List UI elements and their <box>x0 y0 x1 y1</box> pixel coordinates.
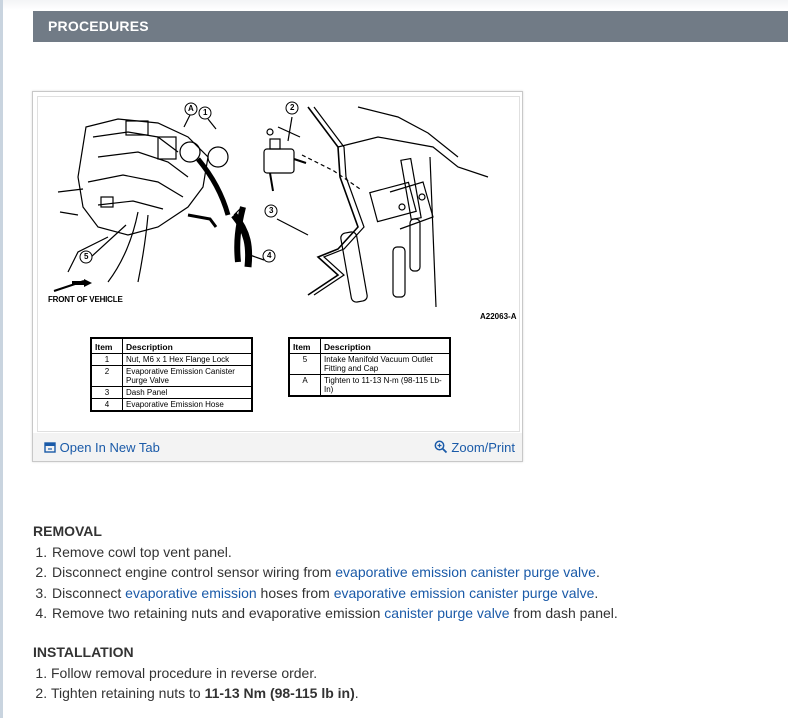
table-row: 3 Dash Panel <box>90 386 253 399</box>
table-row: 4 Evaporative Emission Hose <box>90 398 253 412</box>
evaporative-emission-link[interactable]: evaporative emission <box>125 585 257 601</box>
table-cell-item: 1 <box>90 353 123 366</box>
open-in-new-tab-link[interactable]: Open In New Tab <box>44 440 160 456</box>
removal-section: REMOVAL Remove cowl top vent panel. Disc… <box>33 522 773 623</box>
step-text: Disconnect <box>52 584 126 601</box>
zoom-print-label: Zoom/Print <box>451 440 515 455</box>
step-punct: . <box>595 564 600 581</box>
purge-valve-link[interactable]: evaporative emission canister purge valv… <box>335 564 596 580</box>
callout-3: 3 <box>269 206 274 215</box>
items-table-left: Item Description 1 Nut, M6 x 1 Hex Flang… <box>90 337 253 412</box>
table-header-description: Description <box>320 337 451 354</box>
figure-footer: Open In New Tab Zoom/Print <box>33 433 522 461</box>
callout-4: 4 <box>267 251 272 260</box>
list-item: Remove cowl top vent panel. <box>51 542 773 562</box>
zoom-print-link[interactable]: Zoom/Print <box>434 440 515 457</box>
items-table-right: Item Description 5 Intake Manifold Vacuu… <box>288 337 451 397</box>
list-item: Follow removal procedure in reverse orde… <box>51 663 773 683</box>
canister-purge-valve-link[interactable]: canister purge valve <box>384 605 509 621</box>
left-edge-bar <box>0 0 3 718</box>
open-in-new-tab-label: Open In New Tab <box>59 440 160 455</box>
table-row: 5 Intake Manifold Vacuum Outlet Fitting … <box>288 353 451 375</box>
removal-steps: Remove cowl top vent panel. Disconnect e… <box>33 542 773 623</box>
callout-2: 2 <box>290 103 295 112</box>
list-item: Remove two retaining nuts and evaporativ… <box>51 603 773 623</box>
front-of-vehicle-label: FRONT OF VEHICLE <box>48 295 123 304</box>
list-item: Disconnect engine control sensor wiring … <box>51 562 773 582</box>
table-cell-description: Evaporative Emission Canister Purge Valv… <box>122 365 253 387</box>
table-cell-item: 4 <box>90 398 123 412</box>
table-cell-item: A <box>288 374 321 397</box>
table-row: A Tighten to 11-13 N-m (98-115 Lb-In) <box>288 374 451 397</box>
table-cell-description: Tighten to 11-13 N-m (98-115 Lb-In) <box>320 374 451 397</box>
removal-heading: REMOVAL <box>33 523 102 539</box>
list-item: Tighten retaining nuts to 11-13 Nm (98-1… <box>51 683 773 703</box>
table-cell-description: Intake Manifold Vacuum Outlet Fitting an… <box>320 353 451 375</box>
front-arrow-icon <box>72 279 92 287</box>
installation-section: INSTALLATION Follow removal procedure in… <box>33 643 773 704</box>
installation-heading: INSTALLATION <box>33 644 134 660</box>
table-row: 2 Evaporative Emission Canister Purge Va… <box>90 365 253 387</box>
step-text: Remove two retaining nuts and evaporativ… <box>52 604 385 621</box>
figure-box: A 1 2 3 4 5 FRONT OF VEHICLE A22063-A It… <box>32 91 523 462</box>
figure-illustration[interactable]: A 1 2 3 4 5 FRONT OF VEHICLE A22063-A It… <box>37 96 520 432</box>
section-header: PROCEDURES <box>33 11 788 42</box>
open-new-tab-icon <box>44 441 56 456</box>
callout-1: 1 <box>203 108 208 117</box>
callout-5: 5 <box>84 252 89 261</box>
table-cell-description: Evaporative Emission Hose <box>122 398 253 412</box>
step-text: hoses from <box>256 584 334 601</box>
step-text: from dash panel. <box>509 604 618 621</box>
step-text: Disconnect engine control sensor wiring … <box>52 564 336 581</box>
callout-a: A <box>188 104 194 113</box>
step-punct: . <box>354 685 359 702</box>
table-header-item: Item <box>288 337 321 354</box>
table-header-description: Description <box>122 337 253 354</box>
installation-steps: Follow removal procedure in reverse orde… <box>33 663 773 704</box>
figure-id: A22063-A <box>480 312 517 321</box>
step-text: Tighten retaining nuts to <box>51 685 205 702</box>
step-punct: . <box>594 584 599 601</box>
torque-spec: 11-13 Nm (98-115 lb in) <box>204 685 355 702</box>
top-edge <box>0 0 788 10</box>
zoom-icon <box>434 440 448 457</box>
table-cell-description: Nut, M6 x 1 Hex Flange Lock <box>122 353 253 366</box>
table-cell-item: 3 <box>90 386 123 399</box>
table-cell-description: Dash Panel <box>122 386 253 399</box>
step-text: Follow removal procedure in reverse orde… <box>51 665 318 681</box>
purge-valve-link[interactable]: evaporative emission canister purge valv… <box>334 585 595 601</box>
step-text: Remove cowl top vent panel. <box>52 544 232 560</box>
table-header-item: Item <box>90 337 123 354</box>
list-item: Disconnect evaporative emission hoses fr… <box>51 583 773 603</box>
section-title: PROCEDURES <box>48 18 149 34</box>
table-cell-item: 2 <box>90 365 123 387</box>
table-cell-item: 5 <box>288 353 321 375</box>
table-row: 1 Nut, M6 x 1 Hex Flange Lock <box>90 353 253 366</box>
